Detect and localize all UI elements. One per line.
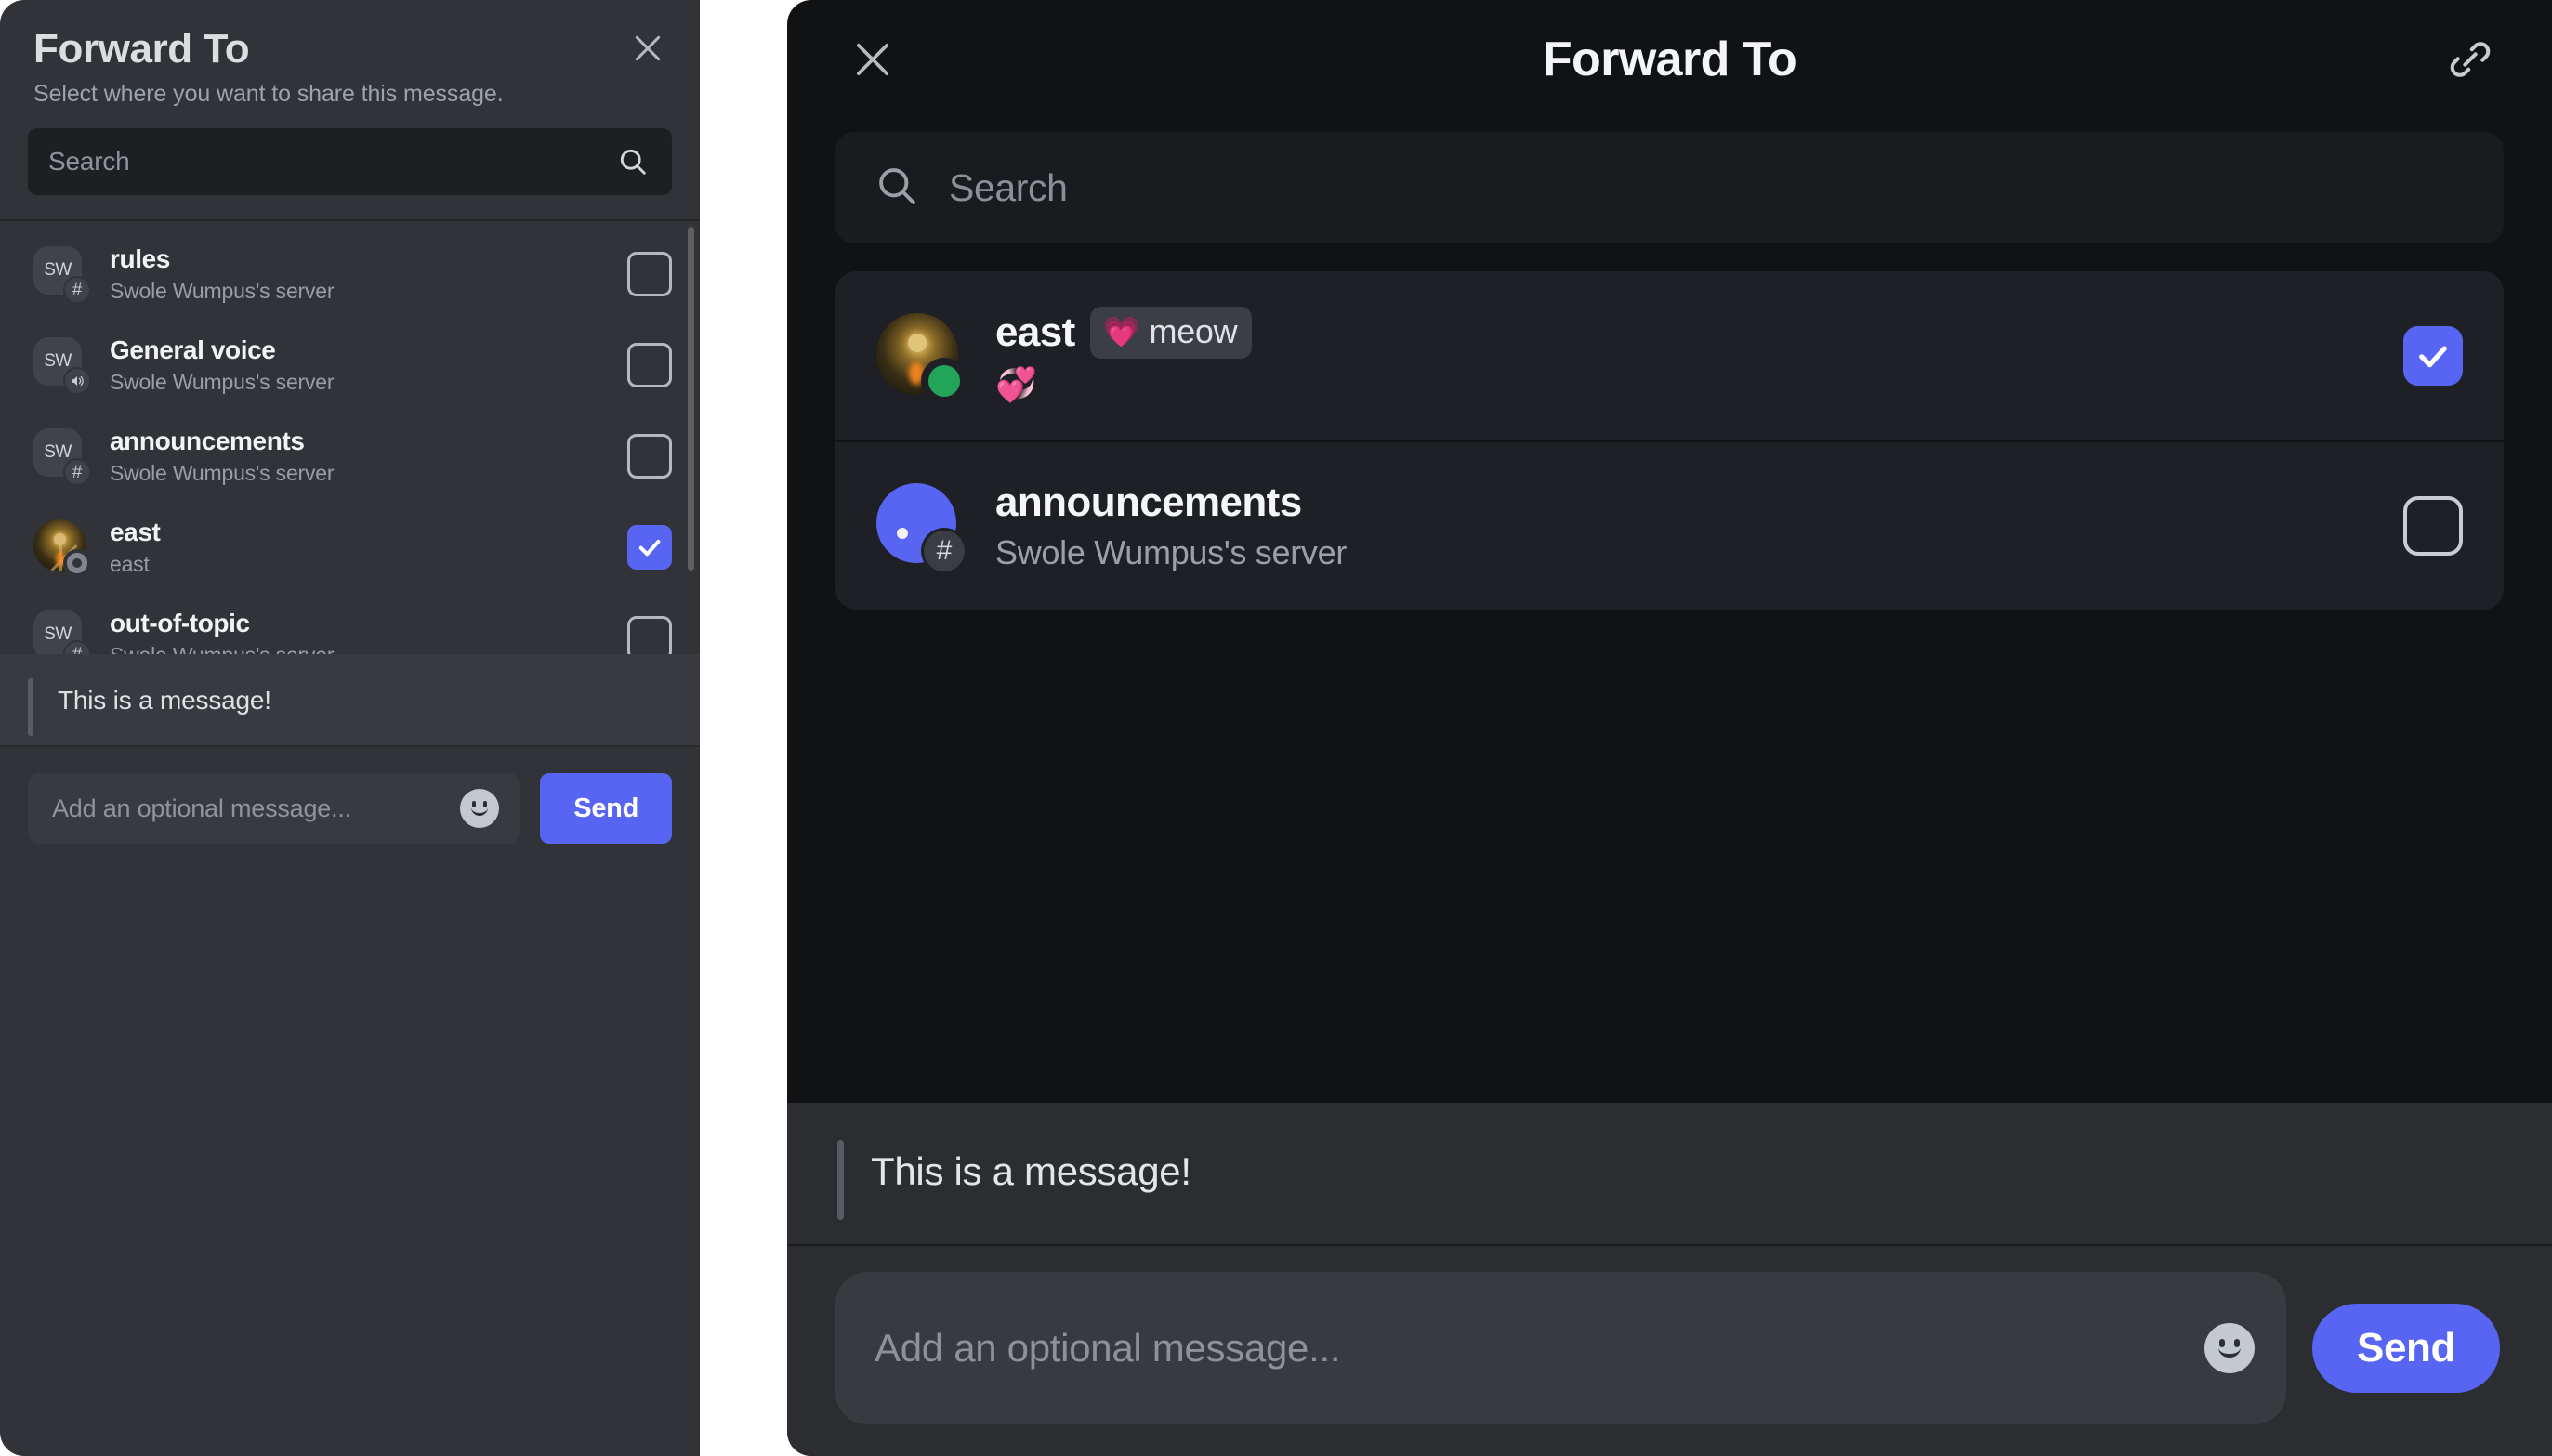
select-checkbox[interactable]	[627, 252, 672, 297]
page-title: Forward To	[33, 26, 250, 72]
page-title: Forward To	[1542, 33, 1797, 86]
page-subtitle: Select where you want to share this mess…	[33, 81, 504, 108]
list-item[interactable]: SW # rules Swole Wumpus's server	[0, 236, 700, 312]
list-item-texts: announcements Swole Wumpus's server	[110, 426, 627, 486]
list-item-name-row: east 💗 meow	[995, 307, 2403, 360]
list-item-name: General voice	[110, 335, 276, 364]
custom-status-tag: 💗 meow	[1089, 307, 1253, 360]
quoted-message: This is a message!	[0, 654, 700, 746]
select-checkbox[interactable]	[627, 525, 672, 571]
desktop-footer: Add an optional message... Send	[0, 747, 700, 872]
select-checkbox[interactable]	[627, 434, 672, 479]
quoted-message: This is a message!	[787, 1103, 2552, 1244]
avatar: SW #	[33, 428, 91, 487]
desktop-modal-header: Forward To Select where you want to shar…	[0, 0, 700, 108]
list-item-name: out-of-topic	[110, 609, 250, 637]
search-input[interactable]: Search	[28, 128, 672, 196]
mobile-forward-sheet: Forward To Search east 💗 meow 💞 # announ…	[787, 0, 2552, 1456]
list-item[interactable]: SW # out-of-topic Swole Wumpus's server	[0, 600, 700, 655]
custom-status-text: meow	[1149, 312, 1238, 351]
list-item[interactable]: SW # announcements Swole Wumpus's server	[0, 418, 700, 494]
avatar: #	[876, 483, 967, 574]
list-item-description: east	[110, 552, 150, 577]
mobile-header: Forward To	[787, 0, 2552, 119]
optional-message-placeholder: Add an optional message...	[875, 1325, 1341, 1370]
list-item[interactable]: # announcements Swole Wumpus's server	[835, 440, 2504, 610]
list-item-description: Swole Wumpus's server	[110, 461, 335, 486]
hash-icon: #	[63, 640, 91, 655]
list-item-texts: east 💗 meow 💞	[995, 307, 2403, 404]
search-icon	[873, 162, 921, 215]
status-online-icon	[921, 358, 967, 404]
list-item-description: Swole Wumpus's server	[110, 370, 335, 395]
select-checkbox[interactable]	[2403, 326, 2463, 386]
list-item-texts: General voice Swole Wumpus's server	[110, 335, 627, 395]
link-icon[interactable]	[2440, 30, 2500, 89]
select-checkbox[interactable]	[627, 343, 672, 388]
speaker-icon	[63, 367, 91, 396]
list-item-texts: out-of-topic Swole Wumpus's server	[110, 609, 627, 654]
list-item-name: announcements	[110, 426, 305, 455]
mobile-target-list: east 💗 meow 💞 # announcements Swole Wump…	[787, 243, 2552, 610]
list-item-name: east	[995, 309, 1075, 356]
quote-bar	[837, 1140, 844, 1220]
list-item-description: Swole Wumpus's server	[110, 279, 335, 304]
optional-message-placeholder: Add an optional message...	[52, 794, 352, 822]
search-placeholder: Search	[48, 147, 130, 177]
desktop-search-container: Search	[0, 108, 700, 196]
mobile-footer: Add an optional message... Send	[787, 1246, 2552, 1456]
select-checkbox[interactable]	[2403, 496, 2463, 556]
list-item[interactable]: east 💗 meow 💞	[835, 271, 2504, 440]
hash-icon: #	[63, 458, 91, 487]
forward-to-comparison-stage: Forward To Select where you want to shar…	[0, 0, 2552, 1456]
quote-bar	[28, 678, 33, 737]
search-icon	[614, 143, 651, 180]
smiley-icon[interactable]	[2204, 1323, 2256, 1373]
hash-icon: #	[921, 528, 967, 574]
list-item-name: rules	[110, 244, 170, 273]
target-card: east 💗 meow 💞 # announcements Swole Wump…	[835, 271, 2504, 610]
send-button[interactable]: Send	[2312, 1304, 2500, 1393]
list-item-name: announcements	[995, 479, 1302, 525]
quoted-message-text: This is a message!	[58, 686, 271, 715]
list-item-texts: rules Swole Wumpus's server	[110, 244, 627, 304]
pink-heart-icon: 💗	[1102, 315, 1140, 349]
list-item[interactable]: SW General voice Swole Wumpus's server	[0, 327, 700, 403]
mobile-list-spacer	[787, 610, 2552, 1103]
select-checkbox[interactable]	[627, 616, 672, 655]
close-icon[interactable]	[843, 30, 902, 89]
avatar	[876, 313, 967, 404]
close-icon[interactable]	[624, 24, 672, 72]
list-item-name: east	[110, 518, 161, 546]
smiley-icon[interactable]	[460, 789, 500, 829]
optional-message-input[interactable]: Add an optional message...	[28, 773, 520, 845]
search-input[interactable]: Search	[835, 132, 2504, 243]
list-item-description: Swole Wumpus's server	[110, 643, 627, 654]
quoted-message-text: This is a message!	[871, 1149, 1191, 1193]
avatar: SW	[33, 337, 91, 396]
mobile-search-container: Search	[787, 119, 2552, 243]
search-placeholder: Search	[949, 165, 1068, 209]
optional-message-input[interactable]: Add an optional message...	[835, 1272, 2287, 1424]
list-item-texts: east east	[110, 518, 627, 577]
avatar: SW #	[33, 610, 91, 655]
avatar: SW #	[33, 246, 91, 305]
desktop-target-list[interactable]: SW # rules Swole Wumpus's server SW Gene…	[0, 221, 700, 655]
list-item-description: Swole Wumpus's server	[995, 533, 1348, 571]
hash-icon: #	[63, 276, 91, 305]
panel-gap	[700, 0, 787, 1456]
revolving-hearts-icon: 💞	[995, 365, 1037, 404]
send-button[interactable]: Send	[540, 773, 672, 845]
list-item[interactable]: east east	[0, 509, 700, 585]
list-item-texts: announcements Swole Wumpus's server	[995, 479, 2403, 572]
status-idle-icon	[63, 549, 91, 578]
desktop-forward-modal: Forward To Select where you want to shar…	[0, 0, 700, 1456]
avatar	[33, 519, 91, 578]
